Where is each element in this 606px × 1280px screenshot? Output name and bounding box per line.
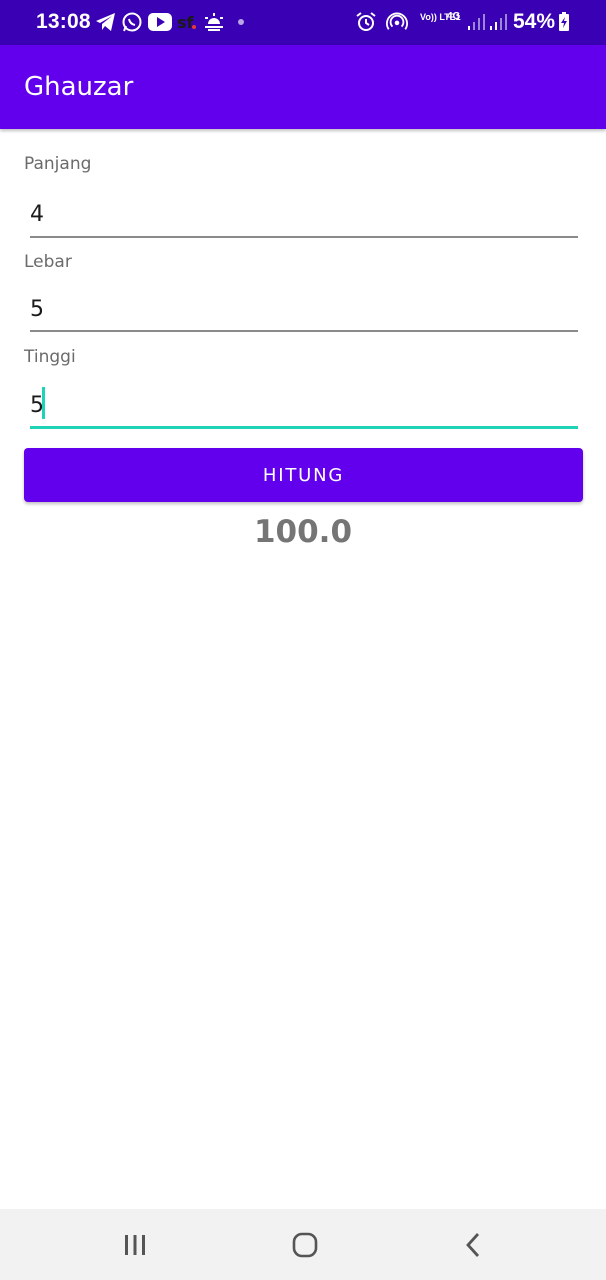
status-time: 13:08	[36, 10, 91, 33]
navigation-bar	[0, 1209, 606, 1280]
app-bar: Ghauzar	[0, 45, 606, 129]
tinggi-underline	[30, 426, 578, 429]
battery-icon	[557, 10, 571, 34]
text-cursor	[42, 387, 45, 419]
tinggi-input[interactable]	[30, 385, 578, 425]
alarm-icon	[355, 10, 377, 34]
battery-percent: 54%	[513, 10, 556, 33]
lebar-underline	[30, 330, 578, 332]
panjang-underline	[30, 236, 578, 238]
weather-icon	[203, 10, 225, 34]
panjang-input[interactable]	[30, 194, 578, 234]
recent-apps-icon[interactable]	[105, 1223, 165, 1267]
panjang-label: Panjang	[24, 154, 92, 174]
network-label: 4G	[447, 11, 461, 22]
signal-icon	[466, 10, 488, 34]
app-title: Ghauzar	[24, 72, 134, 102]
hotspot-icon	[386, 10, 408, 34]
whatsapp-icon	[121, 10, 143, 34]
lebar-input[interactable]	[30, 289, 578, 329]
dot-icon	[231, 10, 251, 34]
youtube-icon	[148, 10, 172, 34]
lebar-label: Lebar	[24, 252, 72, 272]
telegram-icon	[95, 10, 117, 34]
sf-icon: sf	[176, 10, 198, 34]
result-value: 100.0	[253, 514, 353, 550]
signal-icon-2	[488, 10, 510, 34]
svg-text:sf: sf	[177, 13, 195, 32]
hitung-button[interactable]: HITUNG	[24, 448, 583, 502]
home-icon[interactable]	[275, 1223, 335, 1267]
back-icon[interactable]	[444, 1223, 504, 1267]
tinggi-label: Tinggi	[24, 347, 76, 367]
status-bar: 13:08 sf Vo)) LTE1 4G 54%	[0, 0, 606, 45]
